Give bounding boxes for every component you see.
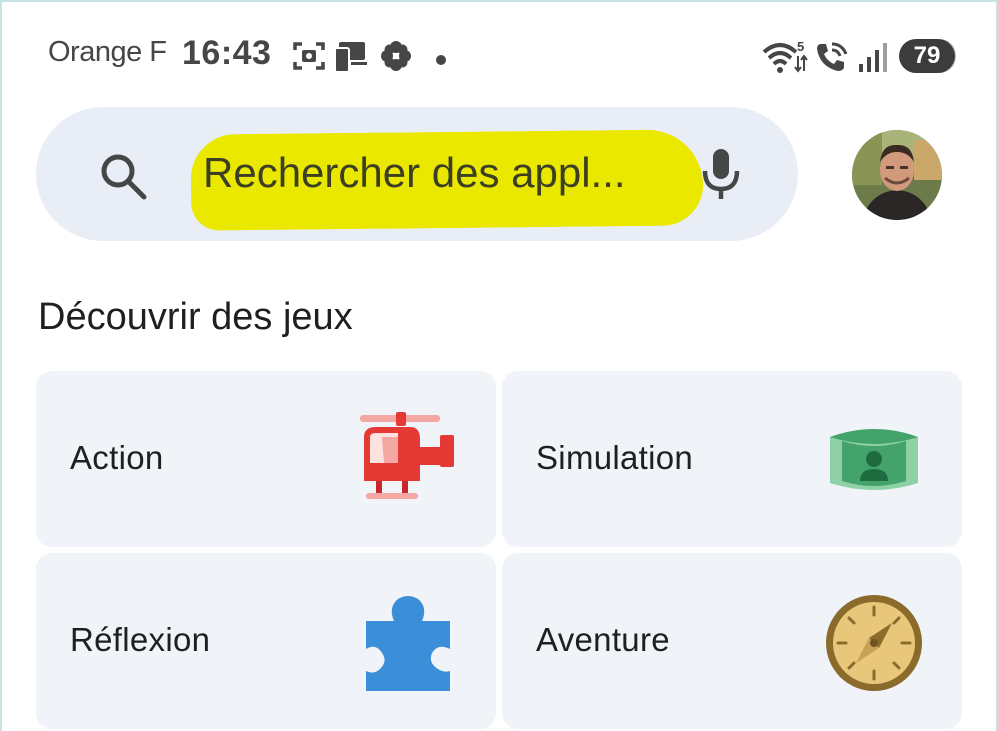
- category-label: Simulation: [536, 439, 694, 476]
- devices-icon: [334, 40, 371, 79]
- carrier-name: Orange F: [48, 36, 167, 68]
- helicopter-icon: [354, 409, 458, 512]
- category-label: Aventure: [536, 621, 670, 658]
- category-label: Action: [70, 439, 164, 476]
- compass-icon: [824, 593, 924, 698]
- signal-icon: [858, 40, 890, 79]
- notification-dot-icon: [436, 52, 446, 70]
- simulation-person-icon: [828, 425, 920, 502]
- wifi-5-icon: 5: [762, 39, 810, 79]
- app-frame: Orange F 16:43 5 79 Rechercher des appl.…: [0, 0, 998, 731]
- category-tile-reflexion[interactable]: Réflexion: [36, 553, 496, 729]
- category-tile-simulation[interactable]: Simulation: [502, 371, 962, 547]
- category-tile-aventure[interactable]: Aventure: [502, 553, 962, 729]
- puzzle-icon: [362, 593, 454, 698]
- section-title: Découvrir des jeux: [38, 296, 353, 338]
- status-clock: 16:43: [182, 34, 272, 72]
- battery-level: 79: [899, 39, 955, 73]
- category-tile-action[interactable]: Action: [36, 371, 496, 547]
- search-icon[interactable]: [98, 151, 150, 208]
- category-label: Réflexion: [70, 621, 211, 658]
- wifi-call-icon: [814, 40, 850, 79]
- mic-icon[interactable]: [700, 145, 742, 210]
- search-input[interactable]: Rechercher des appl...: [203, 149, 626, 197]
- flower-icon: [380, 40, 412, 77]
- avatar[interactable]: [852, 130, 942, 220]
- svg-text:5: 5: [797, 40, 804, 54]
- search-bar[interactable]: Rechercher des appl...: [36, 107, 798, 241]
- screenshot-icon: [292, 40, 326, 77]
- status-bar: Orange F 16:43 5 79: [2, 2, 996, 110]
